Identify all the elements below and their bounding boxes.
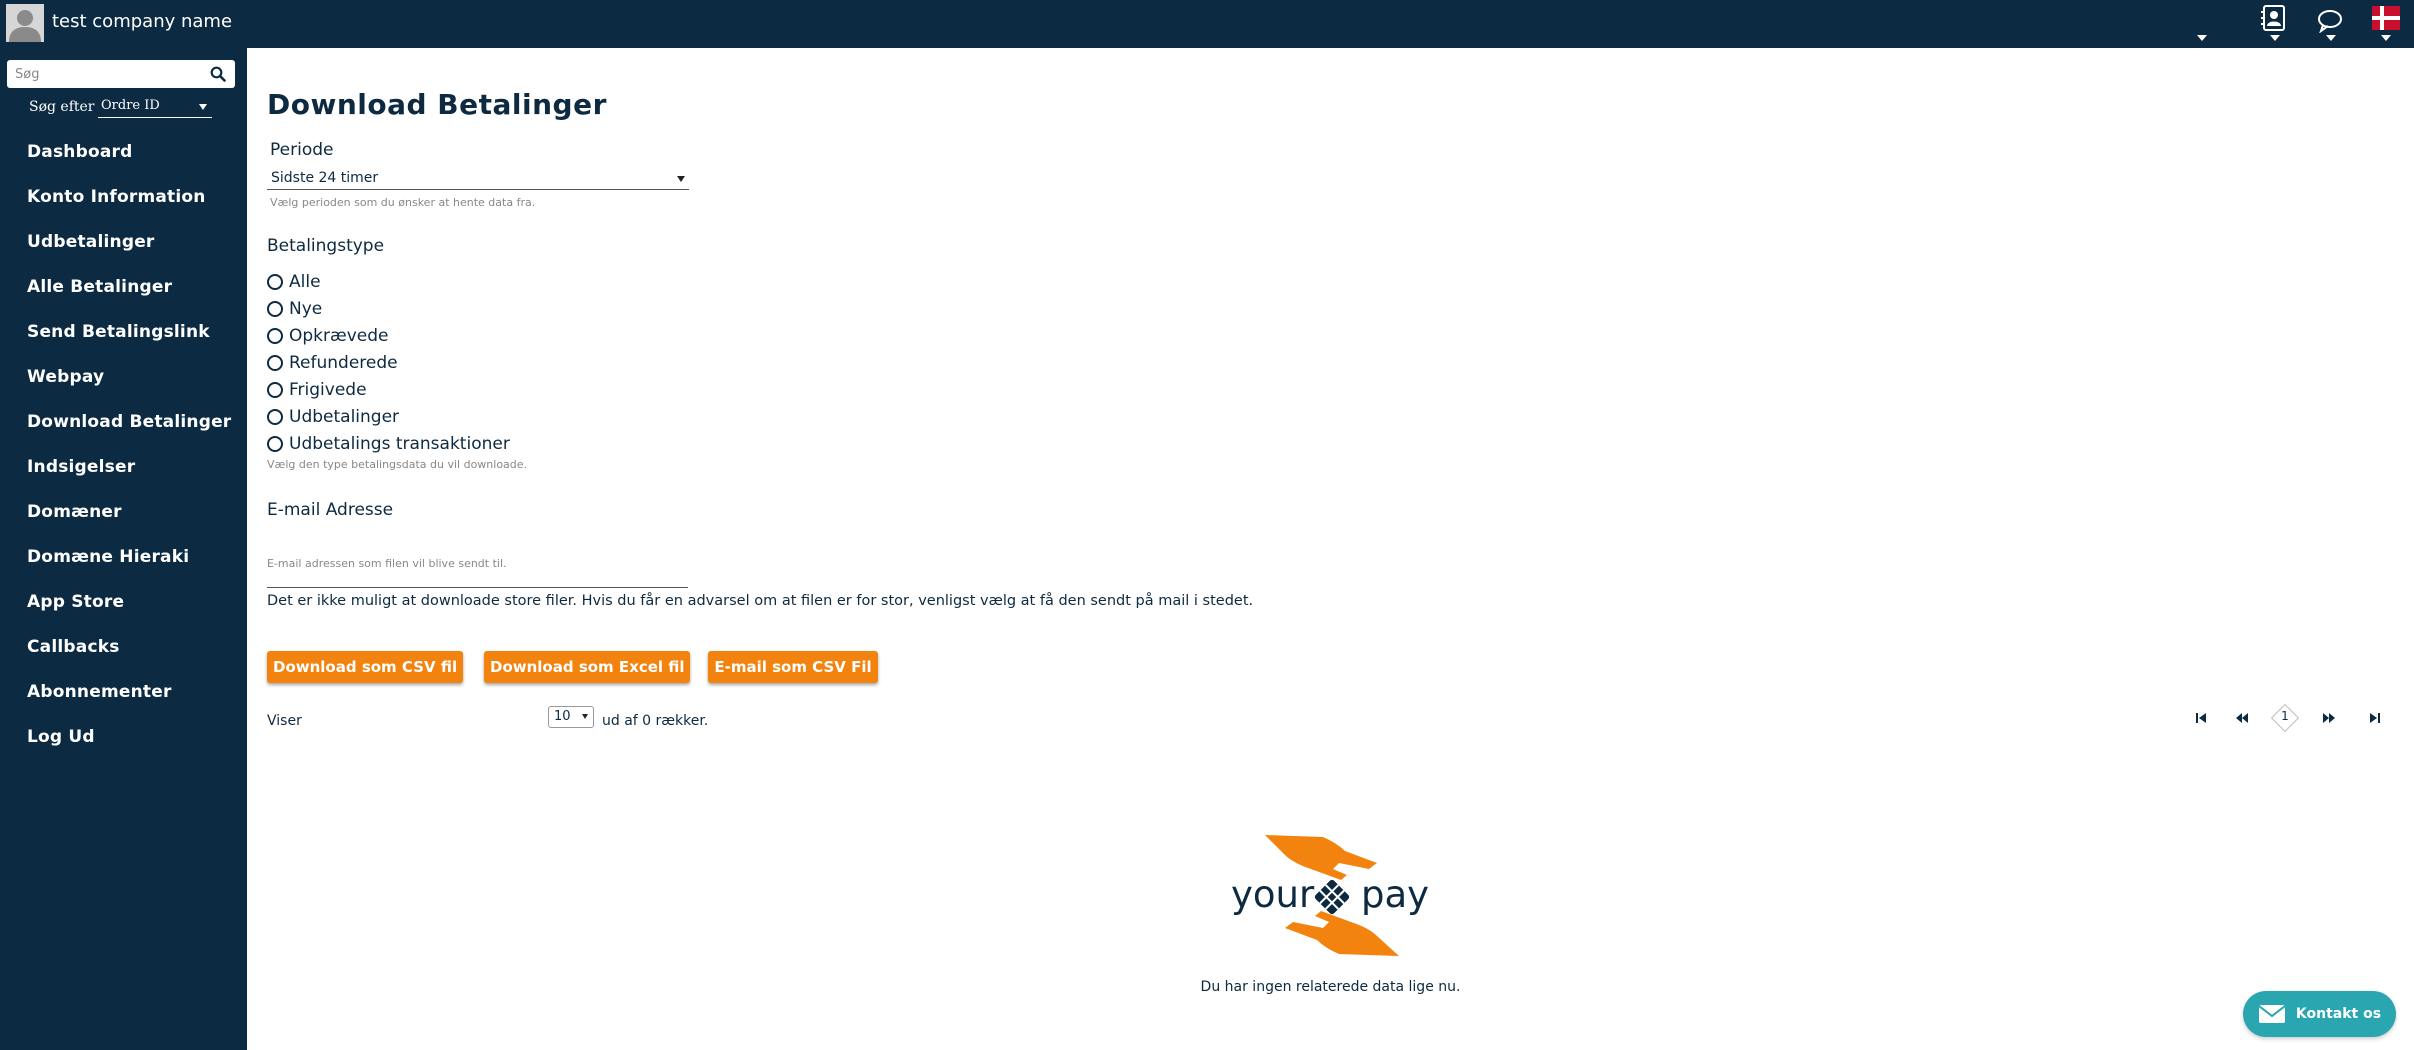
- contacts-chevron-down-icon[interactable]: [2270, 35, 2280, 41]
- payment-type-radio-group: Alle Nye Opkrævede Refunderede Frigivede…: [267, 268, 510, 457]
- payment-type-hint: Vælg den type betalingsdata du vil downl…: [267, 458, 528, 471]
- sidebar-item-domaene-hieraki[interactable]: Domæne Hieraki: [0, 535, 247, 580]
- contacts-icon[interactable]: [2261, 5, 2287, 37]
- previous-page-icon[interactable]: [2231, 708, 2253, 728]
- showing-prefix: Viser: [267, 713, 302, 729]
- radio-button[interactable]: [267, 273, 283, 290]
- contact-button-label: Kontakt os: [2295, 1006, 2382, 1022]
- company-dropdown-chevron-icon[interactable]: [2197, 35, 2207, 41]
- danish-flag-icon[interactable]: [2372, 6, 2400, 34]
- sidebar: Søg efter Ordre ID Dashboard Konto Infor…: [0, 48, 247, 1050]
- period-select[interactable]: Sidste 24 timer: [267, 168, 689, 190]
- yourpay-logo: your pay: [1227, 833, 1437, 958]
- main-content: Download Betalinger Periode Sidste 24 ti…: [247, 48, 2414, 1050]
- next-page-icon[interactable]: [2318, 708, 2340, 728]
- period-value: Sidste 24 timer: [271, 170, 379, 186]
- email-csv-button[interactable]: E-mail som CSV Fil: [708, 651, 878, 683]
- sidebar-item-alle-betalinger[interactable]: Alle Betalinger: [0, 265, 247, 310]
- rows-per-page-value: 10: [554, 709, 571, 724]
- radio-option-nye[interactable]: Nye: [267, 295, 510, 322]
- radio-option-opkraevede[interactable]: Opkrævede: [267, 322, 510, 349]
- email-label: E-mail Adresse: [267, 500, 394, 520]
- search-icon[interactable]: [210, 66, 226, 82]
- showing-suffix: ud af 0 rækker.: [602, 713, 709, 729]
- radio-option-udbetalings-transaktioner[interactable]: Udbetalings transaktioner: [267, 430, 510, 457]
- sidebar-item-dashboard[interactable]: Dashboard: [0, 130, 247, 175]
- sidebar-item-send-betalingslink[interactable]: Send Betalingslink: [0, 310, 247, 355]
- sidebar-item-download-betalinger[interactable]: Download Betalinger: [0, 400, 247, 445]
- user-silhouette-icon: [6, 4, 44, 42]
- chevron-down-icon: [199, 104, 207, 110]
- search-input[interactable]: [7, 60, 202, 88]
- radio-option-udbetalinger[interactable]: Udbetalinger: [267, 403, 510, 430]
- chat-icon[interactable]: [2317, 9, 2343, 37]
- sidebar-item-indsigelser[interactable]: Indsigelser: [0, 445, 247, 490]
- search-box: [7, 60, 235, 88]
- page-number-label: 1: [2281, 709, 2289, 723]
- sidebar-item-domaener[interactable]: Domæner: [0, 490, 247, 535]
- sidebar-item-callbacks[interactable]: Callbacks: [0, 625, 247, 670]
- radio-button[interactable]: [267, 354, 283, 371]
- chevron-down-icon: [582, 714, 588, 719]
- sidebar-nav: Dashboard Konto Information Udbetalinger…: [0, 130, 247, 760]
- sidebar-item-app-store[interactable]: App Store: [0, 580, 247, 625]
- contact-button[interactable]: Kontakt os: [2243, 991, 2396, 1037]
- radio-button[interactable]: [267, 327, 283, 344]
- email-hint: E-mail adressen som filen vil blive send…: [267, 557, 507, 570]
- avatar[interactable]: [6, 4, 44, 42]
- sidebar-item-abonnementer[interactable]: Abonnementer: [0, 670, 247, 715]
- period-hint: Vælg perioden som du ønsker at hente dat…: [270, 196, 536, 209]
- chat-chevron-down-icon[interactable]: [2326, 35, 2336, 41]
- page-title: Download Betalinger: [267, 88, 607, 121]
- radio-button[interactable]: [267, 381, 283, 398]
- sidebar-item-konto-information[interactable]: Konto Information: [0, 175, 247, 220]
- period-label: Periode: [270, 140, 334, 160]
- page-number-current[interactable]: 1: [2270, 703, 2300, 733]
- radio-button[interactable]: [267, 408, 283, 425]
- sidebar-item-udbetalinger[interactable]: Udbetalinger: [0, 220, 247, 265]
- search-by-select[interactable]: Ordre ID: [98, 98, 212, 118]
- download-excel-button[interactable]: Download som Excel fil: [484, 651, 690, 683]
- language-chevron-down-icon[interactable]: [2381, 35, 2391, 41]
- top-bar: test company name: [0, 0, 2414, 48]
- logo-text-right: pay: [1361, 873, 1429, 916]
- last-page-icon[interactable]: [2365, 708, 2385, 728]
- first-page-icon[interactable]: [2191, 708, 2211, 728]
- large-file-note: Det er ikke muligt at downloade store fi…: [267, 593, 1254, 609]
- download-csv-button[interactable]: Download som CSV fil: [267, 651, 463, 683]
- radio-option-alle[interactable]: Alle: [267, 268, 510, 295]
- chevron-down-icon: [677, 176, 685, 182]
- radio-button[interactable]: [267, 300, 283, 317]
- search-by-label: Søg efter: [29, 99, 95, 115]
- radio-button[interactable]: [267, 435, 283, 452]
- search-by-value: Ordre ID: [101, 98, 160, 113]
- envelope-icon: [2258, 1005, 2286, 1023]
- radio-option-frigivede[interactable]: Frigivede: [267, 376, 510, 403]
- payment-type-label: Betalingstype: [267, 236, 385, 256]
- radio-option-refunderede[interactable]: Refunderede: [267, 349, 510, 376]
- rows-per-page-select[interactable]: 10: [548, 706, 594, 728]
- logo-text-left: your: [1231, 873, 1315, 916]
- sidebar-item-webpay[interactable]: Webpay: [0, 355, 247, 400]
- empty-state-text: Du har ingen relaterede data lige nu.: [1200, 979, 1461, 995]
- sidebar-item-log-ud[interactable]: Log Ud: [0, 715, 247, 760]
- company-name[interactable]: test company name: [52, 11, 232, 32]
